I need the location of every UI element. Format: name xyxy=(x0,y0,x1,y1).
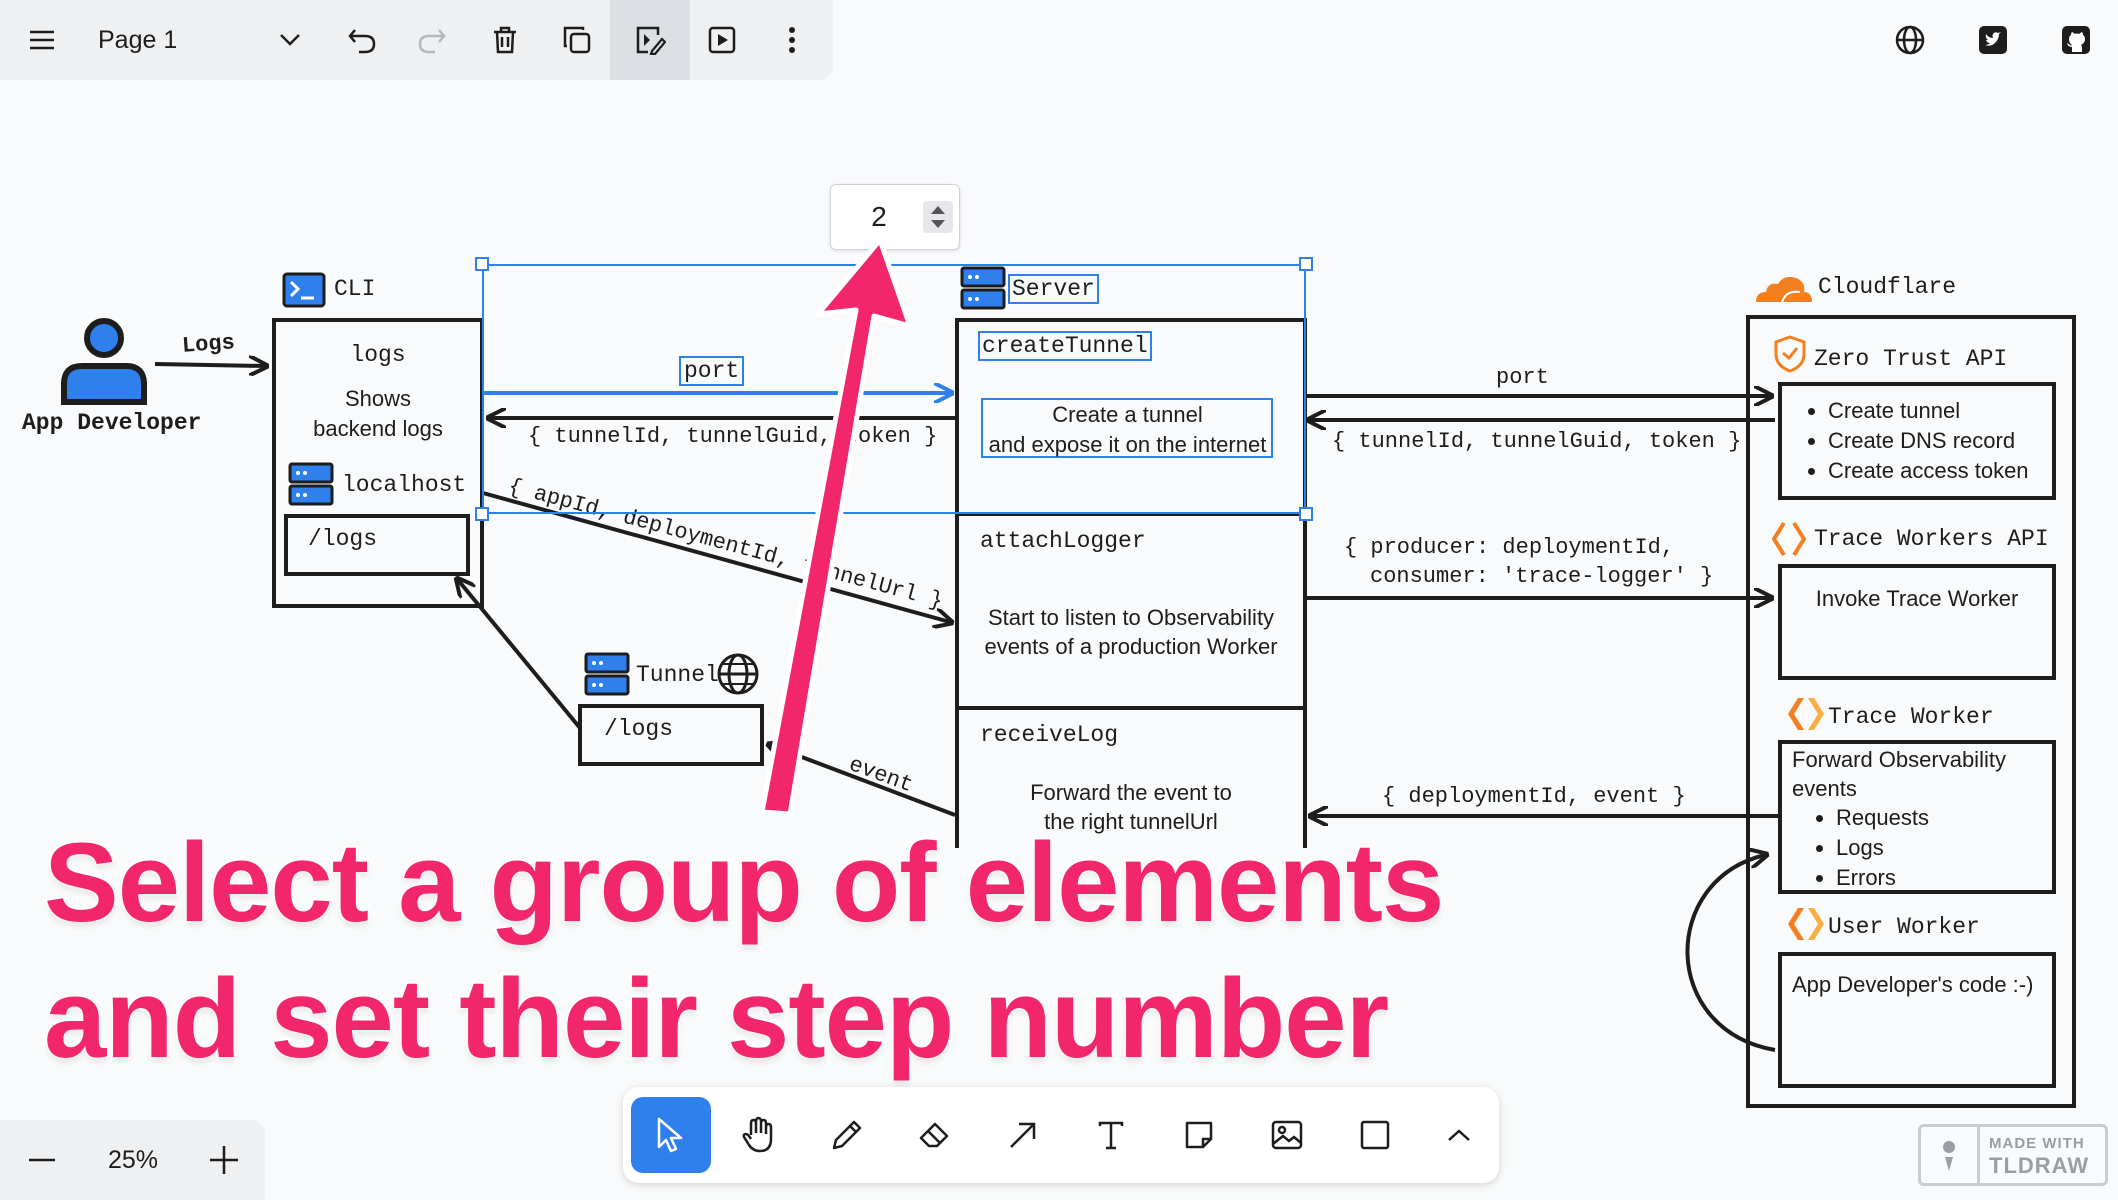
zoom-bar: 25% xyxy=(0,1120,265,1200)
cursor-icon xyxy=(657,1117,683,1153)
image-icon xyxy=(1271,1120,1303,1150)
edit-steps-icon xyxy=(636,26,666,55)
pencil-icon xyxy=(832,1120,862,1150)
menu-button[interactable] xyxy=(12,10,72,70)
twitter-icon xyxy=(1979,26,2007,54)
tldraw-logo-icon xyxy=(1921,1127,1980,1183)
step-edit-button[interactable] xyxy=(620,10,680,70)
play-icon xyxy=(708,26,736,54)
arrow-icon xyxy=(1010,1122,1036,1148)
chevron-up-icon xyxy=(1448,1129,1470,1141)
tool-arrow[interactable] xyxy=(993,1105,1053,1165)
caption-line-2: and set their step number xyxy=(42,954,1391,1083)
tool-image[interactable] xyxy=(1257,1105,1317,1165)
tool-select[interactable] xyxy=(631,1097,711,1173)
zoom-out-button[interactable] xyxy=(12,1130,72,1190)
badge-line-1: MADE WITH xyxy=(1989,1135,2085,1152)
tool-text[interactable] xyxy=(1081,1105,1141,1165)
more-vertical-icon xyxy=(789,27,795,53)
github-icon xyxy=(2062,26,2090,54)
eraser-icon xyxy=(919,1122,949,1148)
tool-note[interactable] xyxy=(1169,1105,1229,1165)
github-button[interactable] xyxy=(2046,10,2106,70)
play-button[interactable] xyxy=(692,10,752,70)
globe-icon xyxy=(1895,25,1925,55)
tool-hand[interactable] xyxy=(729,1105,789,1165)
hand-icon xyxy=(742,1116,773,1153)
redo-icon xyxy=(418,29,446,54)
top-toolbar: Page 1 xyxy=(0,0,833,80)
made-with-tldraw-badge[interactable]: MADE WITH TLDRAW xyxy=(1918,1124,2108,1186)
plus-icon xyxy=(210,1146,238,1174)
tool-rectangle[interactable] xyxy=(1345,1105,1405,1165)
hamburger-icon xyxy=(30,30,54,50)
duplicate-button[interactable] xyxy=(547,10,607,70)
tool-draw[interactable] xyxy=(817,1105,877,1165)
page-name[interactable]: Page 1 xyxy=(98,26,177,55)
minus-icon xyxy=(29,1158,55,1162)
sticky-note-icon xyxy=(1185,1121,1213,1149)
redo-button[interactable] xyxy=(402,10,462,70)
text-icon xyxy=(1098,1121,1124,1150)
more-button[interactable] xyxy=(762,10,822,70)
zoom-in-button[interactable] xyxy=(194,1130,254,1190)
page-menu-button[interactable] xyxy=(260,10,320,70)
delete-button[interactable] xyxy=(475,10,535,70)
rectangle-icon xyxy=(1360,1120,1390,1150)
zoom-level[interactable]: 25% xyxy=(90,1146,176,1175)
trash-icon xyxy=(494,26,516,54)
tool-eraser[interactable] xyxy=(905,1105,965,1165)
website-button[interactable] xyxy=(1880,10,1940,70)
duplicate-icon xyxy=(563,26,591,54)
chevron-down-icon xyxy=(280,34,300,46)
tool-bar xyxy=(623,1087,1499,1183)
undo-button[interactable] xyxy=(332,10,392,70)
twitter-button[interactable] xyxy=(1963,10,2023,70)
tool-more[interactable] xyxy=(1429,1105,1489,1165)
caption-line-1: Select a group of elements xyxy=(42,818,1446,947)
undo-icon xyxy=(348,29,376,54)
badge-line-2: TLDRAW xyxy=(1989,1153,2090,1178)
